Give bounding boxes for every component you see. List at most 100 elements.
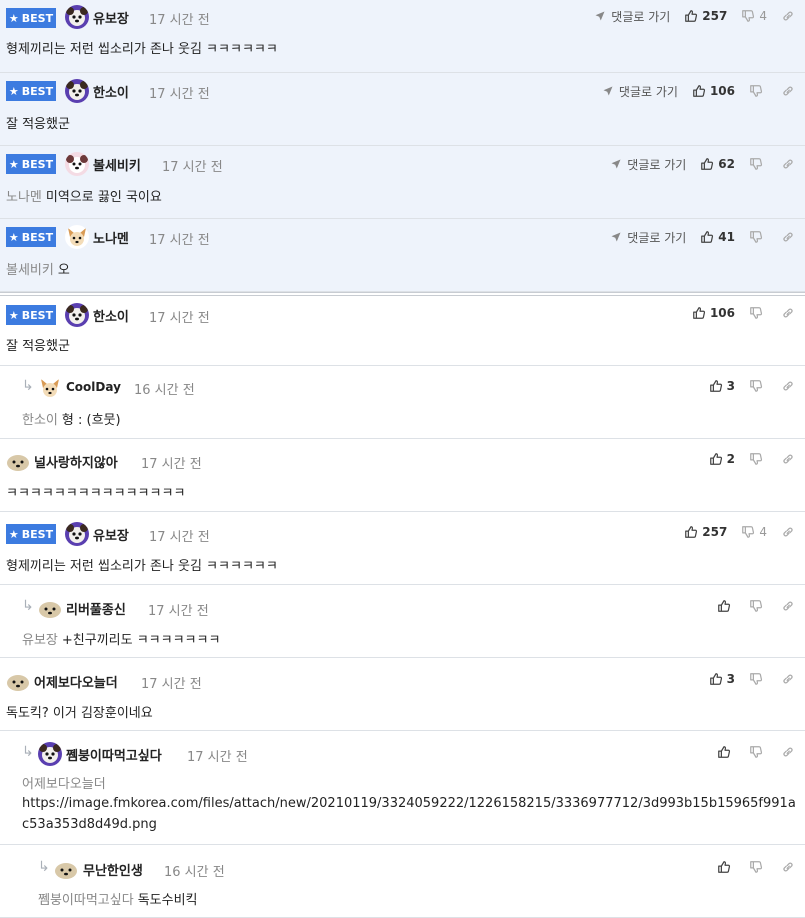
upvote-button[interactable]: 106 (692, 306, 735, 320)
comment-item: ★ BEST 유보장 17 시간 전 257 4 형제끼리는 저런 씹소리가 존나… (0, 512, 805, 585)
nickname[interactable]: 유보장 (93, 525, 129, 544)
upvote-button[interactable]: 2 (709, 452, 735, 466)
nickname[interactable]: 노나멘 (93, 228, 129, 247)
best-comment: ★ BEST 한소이 17 시간 전 댓글로 가기 106 잘 적응했군 (0, 73, 805, 146)
reply-item: ↳ 무난한인생 16 시간 전 쩸붕이따먹고싶다 독도수비킥 (0, 845, 805, 918)
avatar[interactable] (38, 596, 62, 620)
nickname[interactable]: 쩸붕이따먹고싶다 (66, 745, 162, 764)
downvote-button[interactable]: 4 (741, 9, 767, 23)
nickname[interactable]: 무난한인생 (83, 860, 143, 879)
upvote-button[interactable]: 106 (692, 84, 735, 98)
downvote-button[interactable] (749, 672, 767, 686)
avatar[interactable] (65, 79, 89, 103)
reply-target[interactable]: 유보장 (22, 633, 58, 648)
link-icon (781, 157, 795, 171)
avatar[interactable] (6, 449, 30, 473)
nickname[interactable]: 한소이 (93, 306, 129, 325)
link-button[interactable] (781, 84, 795, 98)
downvote-button[interactable] (749, 379, 767, 393)
upvote-button[interactable] (717, 860, 735, 874)
upvote-button[interactable]: 41 (700, 230, 735, 244)
nickname[interactable]: 유보장 (93, 8, 129, 27)
upvote-button[interactable]: 3 (709, 379, 735, 393)
link-button[interactable] (781, 672, 795, 686)
link-button[interactable] (781, 157, 795, 171)
goto-comment-link[interactable]: 댓글로 가기 (602, 83, 678, 100)
reply-target[interactable]: 한소이 (22, 413, 58, 428)
comment-url[interactable]: https://image.fmkorea.com/files/attach/n… (22, 793, 802, 835)
link-button[interactable] (781, 452, 795, 466)
upvote-button[interactable] (717, 745, 735, 759)
nickname[interactable]: 볼세비키 (93, 155, 141, 174)
nickname[interactable]: 리버풀종신 (66, 599, 126, 618)
downvote-button[interactable] (749, 306, 767, 320)
link-button[interactable] (781, 379, 795, 393)
thumbs-up-icon (717, 860, 731, 874)
timestamp: 17 시간 전 (149, 233, 210, 248)
link-button[interactable] (781, 860, 795, 874)
avatar[interactable] (65, 303, 89, 327)
goto-comment-link[interactable]: 댓글로 가기 (610, 229, 686, 246)
reply-target[interactable]: 쩸붕이따먹고싶다 (38, 893, 134, 908)
thumbs-up-icon (709, 379, 723, 393)
link-icon (781, 525, 795, 539)
nickname[interactable]: 널사랑하지않아 (34, 452, 118, 471)
link-button[interactable] (781, 306, 795, 320)
avatar[interactable] (65, 5, 89, 29)
upvote-button[interactable]: 257 (684, 525, 727, 539)
avatar[interactable] (65, 522, 89, 546)
reply-target[interactable]: 노나멘 (6, 190, 42, 205)
comment-text: 형제끼리는 저런 씹소리가 존나 웃김 ㅋㅋㅋㅋㅋㅋ (6, 42, 278, 57)
downvote-button[interactable] (749, 452, 767, 466)
nickname[interactable]: 한소이 (93, 82, 129, 101)
comment-actions: 257 4 (684, 522, 805, 542)
star-icon: ★ (8, 84, 19, 98)
downvote-button[interactable] (749, 745, 767, 759)
nickname[interactable]: 어제보다오늘더 (34, 672, 118, 691)
upvote-button[interactable]: 62 (700, 157, 735, 171)
avatar[interactable] (38, 742, 62, 766)
avatar[interactable] (65, 225, 89, 249)
best-comment: ★ BEST 유보장 17 시간 전 댓글로 가기 257 4 형제끼리는 저런 … (0, 0, 805, 73)
avatar[interactable] (54, 857, 78, 881)
link-icon (781, 599, 795, 613)
link-button[interactable] (781, 230, 795, 244)
link-icon (781, 306, 795, 320)
link-button[interactable] (781, 599, 795, 613)
downvote-button[interactable] (749, 84, 767, 98)
star-icon: ★ (8, 527, 19, 541)
downvote-button[interactable] (749, 860, 767, 874)
upvote-button[interactable] (717, 599, 735, 613)
comment-actions: 댓글로 가기 106 (602, 81, 805, 101)
link-button[interactable] (781, 9, 795, 23)
comment-actions: 댓글로 가기 41 (610, 227, 805, 247)
downvote-button[interactable]: 4 (741, 525, 767, 539)
downvote-button[interactable] (749, 230, 767, 244)
timestamp: 17 시간 전 (149, 13, 210, 28)
link-icon (781, 379, 795, 393)
thumbs-down-icon (749, 599, 763, 613)
avatar[interactable] (38, 376, 62, 400)
avatar[interactable] (6, 669, 30, 693)
timestamp: 17 시간 전 (162, 160, 223, 175)
comment-text: 쩸붕이따먹고싶다 독도수비킥 (38, 893, 198, 908)
link-icon (781, 672, 795, 686)
timestamp: 17 시간 전 (141, 677, 202, 692)
nickname[interactable]: CoolDay (66, 380, 121, 394)
upvote-button[interactable]: 3 (709, 672, 735, 686)
goto-comment-link[interactable]: 댓글로 가기 (610, 156, 686, 173)
downvote-button[interactable] (749, 157, 767, 171)
reply-target[interactable]: 볼세비키 (6, 263, 54, 278)
downvote-button[interactable] (749, 599, 767, 613)
link-button[interactable] (781, 525, 795, 539)
reply-item: ↳ 쩸붕이따먹고싶다 17 시간 전 어제보다오늘더 https://image… (0, 731, 805, 845)
comment-actions (717, 857, 805, 877)
timestamp: 17 시간 전 (149, 530, 210, 545)
upvote-button[interactable]: 257 (684, 9, 727, 23)
reply-arrow-icon: ↳ (38, 859, 50, 875)
best-badge: ★ BEST (6, 154, 56, 174)
reply-target[interactable]: 어제보다오늘더 (22, 773, 106, 792)
goto-comment-link[interactable]: 댓글로 가기 (594, 8, 670, 25)
link-button[interactable] (781, 745, 795, 759)
avatar[interactable] (65, 152, 89, 176)
